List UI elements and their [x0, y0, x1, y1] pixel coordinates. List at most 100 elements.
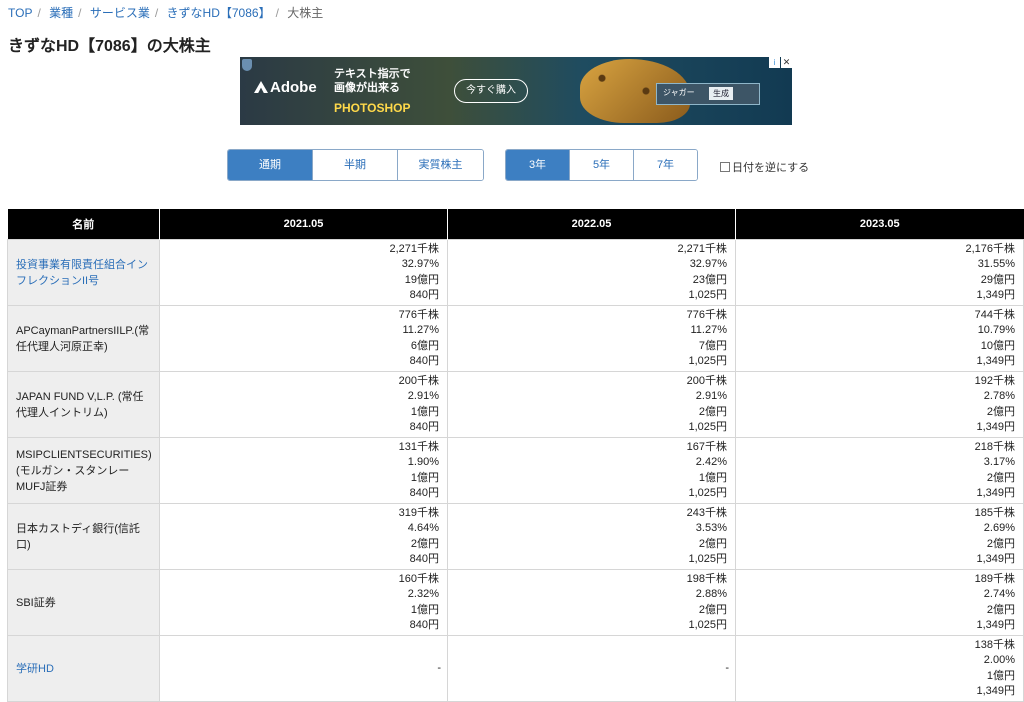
shield-icon [242, 59, 252, 71]
year-range-tab-group: 3年 5年 7年 [505, 149, 698, 181]
market-value: 2億円 [698, 603, 727, 616]
holding-cell: 744千株 10.79% 10億円 1,349円 [735, 305, 1024, 372]
shares-value: 218千株 [974, 441, 1015, 454]
holding-cell: 243千株 3.53% 2億円 1,025円 [447, 503, 736, 570]
market-value: 1億円 [986, 669, 1015, 682]
stock-price-value: 1,025円 [688, 354, 727, 367]
shares-value: 138千株 [974, 639, 1015, 652]
reverse-date-label: 日付を逆にする [732, 162, 810, 174]
market-value: 19億円 [404, 273, 439, 286]
shares-value: 2,271千株 [389, 243, 439, 256]
ratio-value: 11.27% [690, 324, 728, 337]
table-header-row: 名前 2021.05 2022.05 2023.05 [7, 209, 1024, 240]
holding-cell: 2,271千株 32.97% 19億円 840円 [159, 239, 448, 306]
ratio-value: 1.90% [407, 456, 439, 469]
shareholder-name: APCaymanPartnersIILP.(常任代理人河原正幸) [7, 305, 160, 372]
shares-value: 192千株 [974, 375, 1015, 388]
reverse-date-checkbox[interactable] [720, 162, 730, 172]
ad-product: PHOTOSHOP [334, 101, 411, 115]
shares-value: 198千株 [686, 573, 727, 586]
tab-3-years[interactable]: 3年 [506, 150, 570, 180]
column-header-year: 2023.05 [735, 209, 1024, 240]
ratio-value: 2.78% [983, 390, 1015, 403]
shares-value: 2,271千株 [677, 243, 727, 256]
market-value: 1億円 [410, 471, 439, 484]
reverse-date-option[interactable]: 日付を逆にする [720, 159, 809, 175]
holding-cell: 138千株 2.00% 1億円 1,349円 [735, 635, 1024, 702]
shares-value: 185千株 [974, 507, 1015, 520]
page-title: きずなHD【7086】の大株主 [8, 38, 211, 55]
market-value: 29億円 [980, 273, 1015, 286]
ratio-value: 2.88% [695, 588, 727, 601]
ratio-value: 2.32% [407, 588, 439, 601]
tab-half-year[interactable]: 半期 [313, 150, 398, 180]
holding-cell: 776千株 11.27% 6億円 840円 [159, 305, 448, 372]
breadcrumb-industry-link[interactable]: 業種 [49, 6, 73, 20]
holding-cell: 198千株 2.88% 2億円 1,025円 [447, 569, 736, 636]
holding-cell: 200千株 2.91% 2億円 1,025円 [447, 371, 736, 438]
market-value: 10億円 [980, 339, 1015, 352]
stock-price-value: 1,349円 [976, 486, 1015, 499]
breadcrumb: TOP / 業種 / サービス業 / きずなHD【7086】 / 大株主 [8, 4, 323, 21]
breadcrumb-top-link[interactable]: TOP [8, 6, 32, 20]
holding-cell: 2,176千株 31.55% 29億円 1,349円 [735, 239, 1024, 306]
table-row: 投資事業有限責任組合インフレクションII号 2,271千株 32.97% 19億円 84… [7, 239, 1024, 306]
market-value: 2億円 [986, 405, 1015, 418]
market-value: 2億円 [698, 405, 727, 418]
shares-value: 189千株 [974, 573, 1015, 586]
shareholder-name: SBI証券 [7, 569, 160, 636]
stock-price-value: 840円 [409, 420, 439, 433]
holding-cell: - [159, 635, 448, 702]
tab-5-years[interactable]: 5年 [570, 150, 634, 180]
ratio-value: 2.91% [695, 390, 727, 403]
market-value: 1億円 [410, 405, 439, 418]
breadcrumb-separator: / [78, 6, 82, 20]
stock-price-value: 1,349円 [976, 420, 1015, 433]
ad-info-icon[interactable]: i [769, 57, 780, 68]
holding-cell: 200千株 2.91% 1億円 840円 [159, 371, 448, 438]
shares-value: 167千株 [686, 441, 727, 454]
shares-value: 200千株 [398, 375, 439, 388]
table-row: MSIPCLIENTSECURITIES)(モルガン・スタンレーMUFJ証券 13… [7, 437, 1024, 504]
ad-banner[interactable]: Adobe テキスト指示で 画像が出来る PHOTOSHOP 今すぐ購入 ジャガー… [240, 57, 792, 125]
tab-annual[interactable]: 通期 [228, 150, 313, 180]
table-row: APCaymanPartnersIILP.(常任代理人河原正幸) 776千株 11.… [7, 305, 1024, 372]
tab-beneficial-holders[interactable]: 実質株主 [398, 150, 483, 180]
holding-cell: 2,271千株 32.97% 23億円 1,025円 [447, 239, 736, 306]
holding-cell: 192千株 2.78% 2億円 1,349円 [735, 371, 1024, 438]
ad-generate-tag: 生成 [709, 87, 733, 100]
breadcrumb-service-link[interactable]: サービス業 [90, 6, 150, 20]
stock-price-value: 840円 [409, 354, 439, 367]
shares-value: 319千株 [398, 507, 439, 520]
ratio-value: 2.42% [695, 456, 727, 469]
ad-cta-button[interactable]: 今すぐ購入 [454, 79, 528, 103]
ratio-value: 2.69% [983, 522, 1015, 535]
breadcrumb-separator: / [275, 6, 279, 20]
shares-value: 744千株 [974, 309, 1015, 322]
shares-value: 243千株 [686, 507, 727, 520]
breadcrumb-company-link[interactable]: きずなHD【7086】 [167, 6, 271, 20]
holding-cell: 189千株 2.74% 2億円 1,349円 [735, 569, 1024, 636]
ad-copy: テキスト指示で 画像が出来る [334, 68, 411, 94]
holding-cell: 160千株 2.32% 1億円 840円 [159, 569, 448, 636]
shareholder-name-link[interactable]: 投資事業有限責任組合インフレクションII号 [7, 239, 160, 306]
shares-value: 131千株 [398, 441, 439, 454]
stock-price-value: 1,025円 [688, 552, 727, 565]
ratio-value: 2.00% [983, 654, 1015, 667]
shareholders-table: 名前 2021.05 2022.05 2023.05 投資事業有限責任組合インフ… [7, 209, 1024, 702]
market-value: 6億円 [410, 339, 439, 352]
close-icon[interactable]: ✕ [781, 57, 792, 68]
breadcrumb-current: 大株主 [287, 6, 324, 20]
tab-7-years[interactable]: 7年 [634, 150, 697, 180]
stock-price-value: 840円 [409, 288, 439, 301]
stock-price-value: 1,025円 [688, 618, 727, 631]
holding-cell: - [447, 635, 736, 702]
stock-price-value: 1,349円 [976, 684, 1015, 697]
ratio-value: 4.64% [407, 522, 439, 535]
holding-cell: 776千株 11.27% 7億円 1,025円 [447, 305, 736, 372]
shareholder-name-link[interactable]: 学研HD [7, 635, 160, 702]
table-row: SBI証券 160千株 2.32% 1億円 840円 198千株 2.88% 2億円 1,025… [7, 569, 1024, 636]
holding-cell: 131千株 1.90% 1億円 840円 [159, 437, 448, 504]
column-header-year: 2021.05 [159, 209, 448, 240]
ratio-value: 10.79% [977, 324, 1015, 337]
